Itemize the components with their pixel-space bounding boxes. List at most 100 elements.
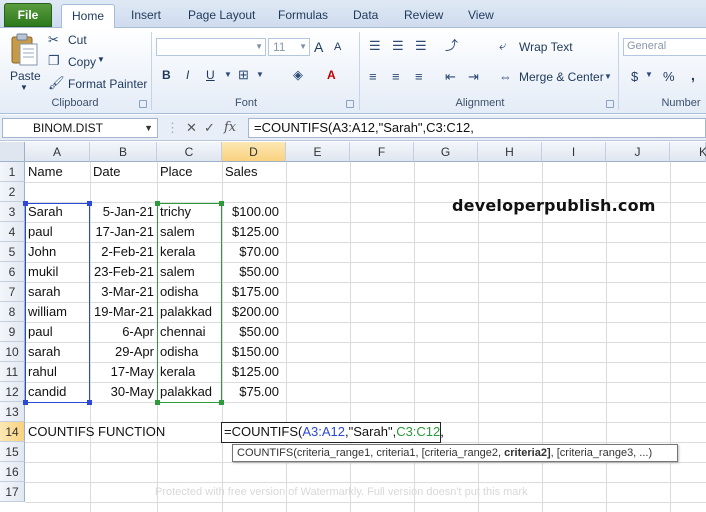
align-bottom-icon[interactable]: ☰	[415, 37, 427, 55]
cell-d12[interactable]: $75.00	[222, 382, 282, 402]
tab-home[interactable]: Home	[61, 4, 115, 29]
column-header-h[interactable]: H	[478, 142, 542, 162]
cell-b1[interactable]: Date	[90, 162, 157, 182]
tab-data[interactable]: Data	[345, 4, 386, 28]
range-handle[interactable]	[155, 201, 160, 206]
column-header-c[interactable]: C	[157, 142, 222, 162]
cell-b10[interactable]: 29-Apr	[90, 342, 157, 362]
format-painter-button[interactable]: Format Painter	[68, 77, 147, 91]
column-header-a[interactable]: A	[25, 142, 90, 162]
cut-button[interactable]: Cut	[68, 33, 87, 47]
column-header-f[interactable]: F	[350, 142, 414, 162]
column-header-j[interactable]: J	[606, 142, 670, 162]
column-header-e[interactable]: E	[286, 142, 350, 162]
align-left-icon[interactable]: ≡	[369, 68, 377, 86]
row-header[interactable]: 17	[0, 482, 25, 502]
function-signature-tooltip[interactable]: COUNTIFS(criteria_range1, criteria1, [cr…	[232, 444, 678, 462]
cell-b4[interactable]: 17-Jan-21	[90, 222, 157, 242]
row-header[interactable]: 3	[0, 202, 25, 222]
cell-d11[interactable]: $125.00	[222, 362, 282, 382]
wrap-text-button[interactable]: Wrap Text	[519, 40, 573, 54]
cell-d6[interactable]: $50.00	[222, 262, 282, 282]
row-header[interactable]: 16	[0, 462, 25, 482]
range-handle[interactable]	[87, 201, 92, 206]
cell-b3[interactable]: 5-Jan-21	[90, 202, 157, 222]
cell-d8[interactable]: $200.00	[222, 302, 282, 322]
merge-dropdown-icon[interactable]: ▼	[604, 68, 612, 86]
column-header-g[interactable]: G	[414, 142, 478, 162]
cell-b9[interactable]: 6-Apr	[90, 322, 157, 342]
insert-function-icon[interactable]: fx	[224, 118, 236, 138]
number-format-combo[interactable]: General	[623, 38, 706, 56]
row-header[interactable]: 4	[0, 222, 25, 242]
cell-d7[interactable]: $175.00	[222, 282, 282, 302]
paste-dropdown-icon[interactable]: ▼	[20, 83, 28, 92]
row-header[interactable]: 9	[0, 322, 25, 342]
comma-button[interactable]: ,	[691, 67, 695, 83]
row-header[interactable]: 7	[0, 282, 25, 302]
shrink-font-button[interactable]: A	[334, 41, 341, 53]
tab-insert[interactable]: Insert	[123, 4, 169, 28]
column-header-k[interactable]: K	[670, 142, 706, 162]
cell-b6[interactable]: 23-Feb-21	[90, 262, 157, 282]
name-box[interactable]: BINOM.DIST ▼	[2, 118, 158, 138]
currency-button[interactable]: $	[631, 69, 638, 84]
grow-font-button[interactable]: A	[314, 39, 323, 55]
alignment-launcher-icon[interactable]	[606, 100, 614, 108]
cell-c1[interactable]: Place	[157, 162, 222, 182]
align-middle-icon[interactable]: ☰	[392, 37, 404, 55]
tab-review[interactable]: Review	[396, 4, 451, 28]
cell-a1[interactable]: Name	[25, 162, 90, 182]
borders-icon[interactable]: ⊞	[238, 66, 249, 84]
tab-page-layout[interactable]: Page Layout	[180, 4, 263, 28]
align-center-icon[interactable]: ≡	[392, 68, 400, 86]
orientation-icon[interactable]: ⤴	[445, 37, 458, 55]
tab-file[interactable]: File	[4, 3, 52, 27]
range-handle[interactable]	[23, 201, 28, 206]
copy-dropdown-icon[interactable]: ▼	[97, 55, 105, 64]
select-all-corner[interactable]	[0, 142, 25, 162]
column-header-d[interactable]: D	[222, 142, 286, 162]
row-header[interactable]: 13	[0, 402, 25, 422]
align-right-icon[interactable]: ≡	[415, 68, 423, 86]
bold-button[interactable]: B	[162, 68, 171, 82]
column-header-i[interactable]: I	[542, 142, 606, 162]
cell-d9[interactable]: $50.00	[222, 322, 282, 342]
row-header[interactable]: 10	[0, 342, 25, 362]
formula-input[interactable]: =COUNTIFS(A3:A12,"Sarah",C3:C12,	[248, 118, 706, 138]
fill-color-icon[interactable]: ◈	[293, 66, 303, 84]
range-handle[interactable]	[219, 201, 224, 206]
decrease-indent-icon[interactable]: ⇤	[445, 68, 456, 86]
range-handle[interactable]	[155, 400, 160, 405]
cell-b7[interactable]: 3-Mar-21	[90, 282, 157, 302]
font-launcher-icon[interactable]	[346, 100, 354, 108]
cancel-icon[interactable]: ✕	[186, 118, 197, 138]
row-header[interactable]: 5	[0, 242, 25, 262]
font-color-button[interactable]: A	[327, 68, 336, 82]
row-header[interactable]: 11	[0, 362, 25, 382]
range-handle[interactable]	[87, 400, 92, 405]
paste-button[interactable]: Paste ▼	[6, 32, 42, 92]
copy-button[interactable]: Copy	[68, 55, 96, 69]
row-header[interactable]: 8	[0, 302, 25, 322]
cell-a14[interactable]: COUNTIFS FUNCTION	[25, 422, 221, 442]
row-header[interactable]: 12	[0, 382, 25, 402]
borders-dropdown-icon[interactable]: ▼	[256, 66, 264, 84]
percent-button[interactable]: %	[663, 69, 675, 84]
row-header[interactable]: 2	[0, 182, 25, 202]
cell-b5[interactable]: 2-Feb-21	[90, 242, 157, 262]
cell-b8[interactable]: 19-Mar-21	[90, 302, 157, 322]
column-header-b[interactable]: B	[90, 142, 157, 162]
enter-icon[interactable]: ✓	[204, 118, 215, 138]
font-size-combo[interactable]: 11 ▼	[268, 38, 310, 56]
row-header[interactable]: 15	[0, 442, 25, 462]
cell-b11[interactable]: 17-May	[90, 362, 157, 382]
row-header[interactable]: 1	[0, 162, 25, 182]
currency-dropdown-icon[interactable]: ▼	[645, 66, 653, 84]
row-header[interactable]: 14	[0, 422, 25, 442]
tab-formulas[interactable]: Formulas	[270, 4, 336, 28]
cell-d10[interactable]: $150.00	[222, 342, 282, 362]
cell-d5[interactable]: $70.00	[222, 242, 282, 262]
range-handle[interactable]	[219, 400, 224, 405]
underline-button[interactable]: U	[206, 68, 215, 82]
